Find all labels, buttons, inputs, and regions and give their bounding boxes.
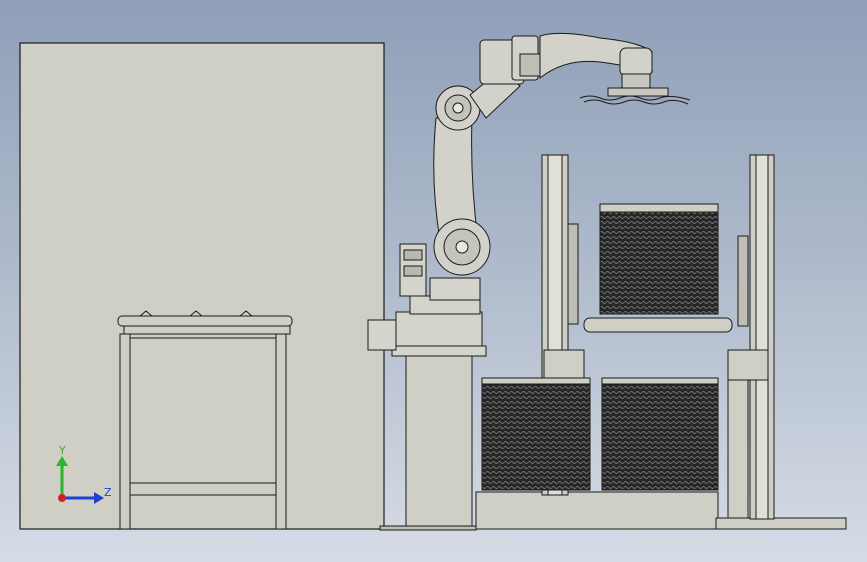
cad-viewport[interactable]: Y Z	[0, 0, 867, 562]
z-axis-label: Z	[104, 486, 112, 499]
robot-pedestal	[379, 354, 477, 531]
gripper	[579, 73, 691, 105]
wall-panel	[19, 42, 385, 530]
cad-scene: Y Z	[19, 32, 847, 531]
y-axis-label: Y	[58, 444, 66, 457]
floor-base	[475, 491, 847, 530]
stacked-trays	[481, 203, 719, 491]
